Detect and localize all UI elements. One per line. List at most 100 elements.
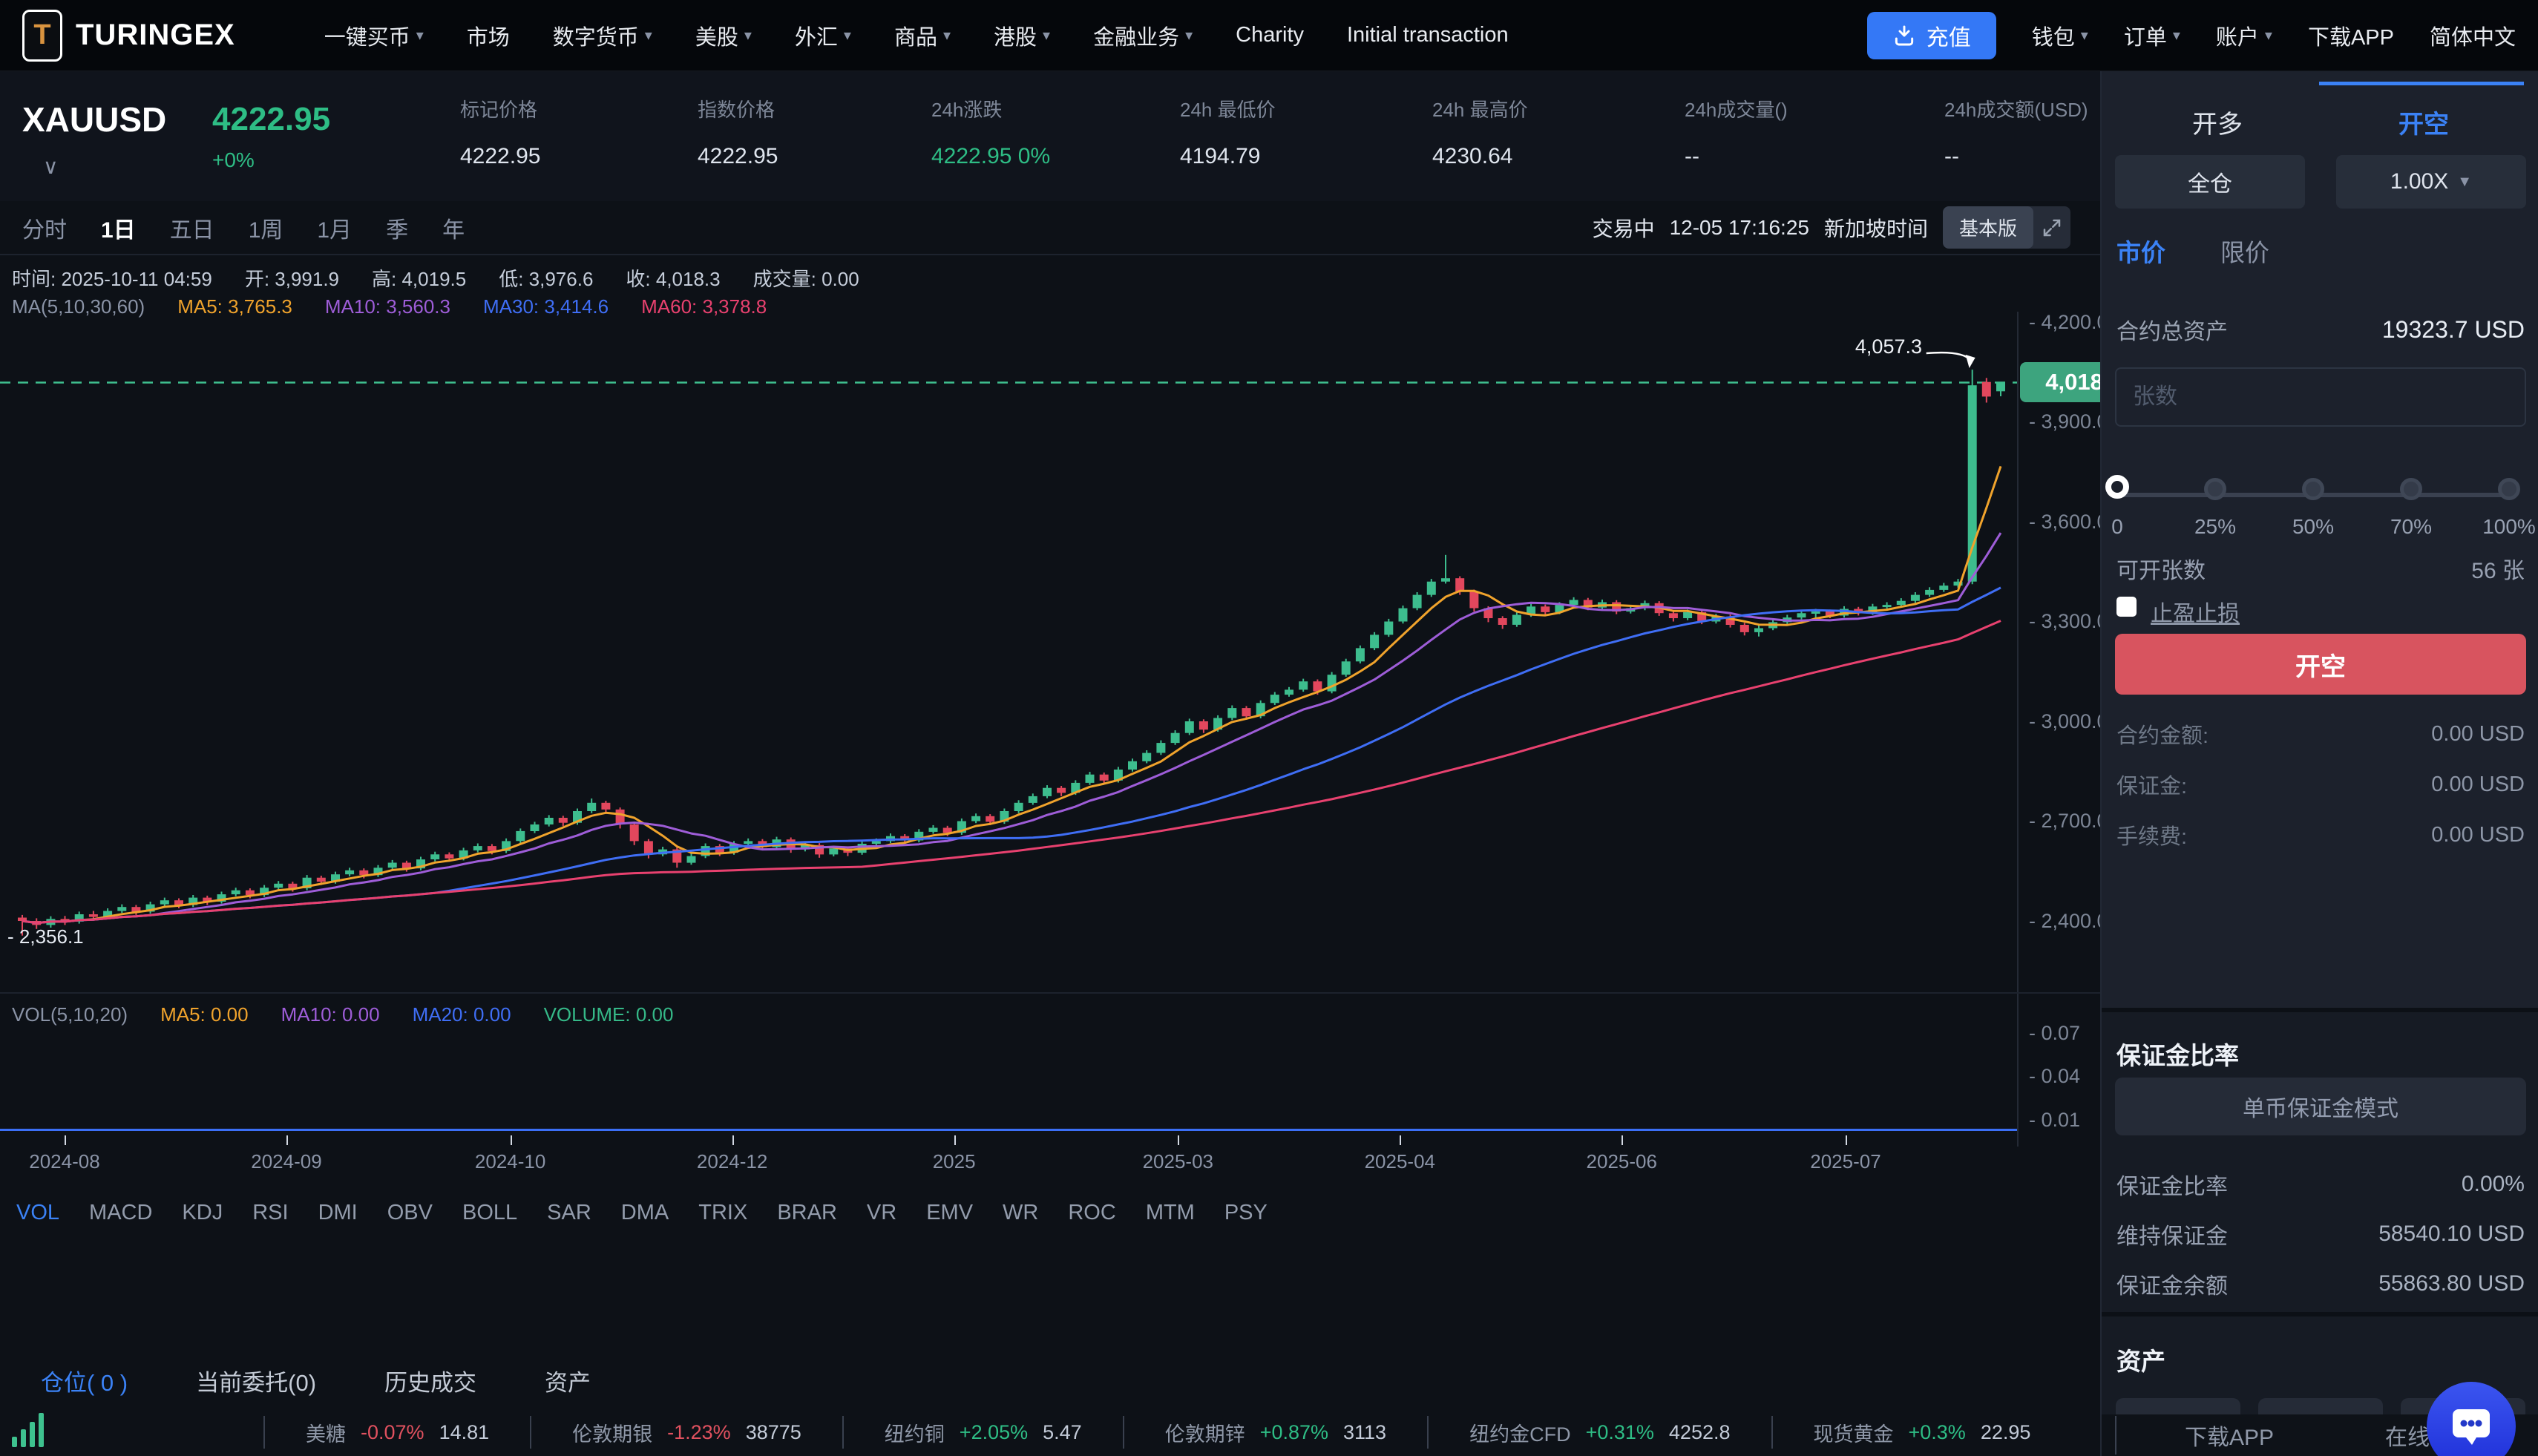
ticker-item-现货黄金[interactable]: 现货黄金+0.3%22.95 xyxy=(1814,1418,2031,1447)
nav-item-Initial transaction[interactable]: Initial transaction xyxy=(1347,23,1509,47)
tab-open-long[interactable]: 开多 xyxy=(2115,104,2320,140)
period-tab-1月[interactable]: 1月 xyxy=(317,211,352,244)
stat-value: 4230.64 xyxy=(1432,144,1512,169)
symbol-name[interactable]: XAUUSD xyxy=(22,99,166,140)
ohlc-item: 高: 4,019.5 xyxy=(372,264,466,292)
indicator-tab-macd[interactable]: MACD xyxy=(89,1201,152,1225)
price-change: +0% xyxy=(212,148,255,172)
y-axis-label: - 2,400.0 xyxy=(2029,910,2108,933)
indicator-tab-wr[interactable]: WR xyxy=(1003,1201,1038,1225)
y-axis-label: - 3,000.0 xyxy=(2029,710,2108,733)
period-tab-1日[interactable]: 1日 xyxy=(101,211,136,244)
indicator-tab-brar[interactable]: BRAR xyxy=(777,1201,837,1225)
slider-stop-0[interactable] xyxy=(2105,475,2129,499)
tp-sl-checkbox[interactable] xyxy=(2116,597,2137,617)
indicator-tab-dma[interactable]: DMA xyxy=(621,1201,669,1225)
indicator-tab-roc[interactable]: ROC xyxy=(1068,1201,1115,1225)
vol-item: VOLUME: 0.00 xyxy=(544,1003,674,1026)
nav-item-下载APP[interactable]: 下载APP xyxy=(2308,20,2394,51)
nav-item-label: 下载APP xyxy=(2308,20,2394,51)
nav-item-账户[interactable]: 账户▾ xyxy=(2216,20,2272,51)
margin-mode-button[interactable]: 全仓 xyxy=(2115,155,2305,209)
nav-item-外汇[interactable]: 外汇▾ xyxy=(795,20,851,51)
slider-stop-70%[interactable] xyxy=(2400,478,2422,500)
quantity-input[interactable] xyxy=(2115,367,2526,427)
symbol-chevron-down-icon[interactable]: ∨ xyxy=(43,154,59,179)
leverage-button[interactable]: 1.00X ▼ xyxy=(2336,155,2526,209)
nav-item-金融业务[interactable]: 金融业务▾ xyxy=(1093,20,1193,51)
period-tab-分时[interactable]: 分时 xyxy=(22,211,67,244)
tp-sl-label[interactable]: 止盈止损 xyxy=(2151,595,2240,628)
indicator-tab-obv[interactable]: OBV xyxy=(387,1201,433,1225)
chat-support-icon[interactable] xyxy=(2427,1382,2516,1456)
nav-item-商品[interactable]: 商品▾ xyxy=(894,20,951,51)
slider-stop-50%[interactable] xyxy=(2302,478,2324,500)
brand-name[interactable]: TURINGEX xyxy=(76,19,235,52)
period-tab-季[interactable]: 季 xyxy=(386,211,408,244)
nav-item-Charity[interactable]: Charity xyxy=(1236,23,1304,47)
slider-stop-25%[interactable] xyxy=(2204,478,2226,500)
indicator-tab-dmi[interactable]: DMI xyxy=(318,1201,358,1225)
nav-item-订单[interactable]: 订单▾ xyxy=(2124,20,2180,51)
ticker-separator xyxy=(1771,1416,1773,1449)
ticker-item-伦敦期锌[interactable]: 伦敦期锌+0.87%3113 xyxy=(1165,1418,1386,1447)
ticker-item-伦敦期银[interactable]: 伦敦期银-1.23%38775 xyxy=(572,1418,801,1447)
nav-item-市场[interactable]: 市场 xyxy=(467,20,510,51)
fullscreen-icon[interactable] xyxy=(2033,214,2070,242)
nav-item-港股[interactable]: 港股▾ xyxy=(994,20,1050,51)
indicator-tab-rsi[interactable]: RSI xyxy=(252,1201,288,1225)
stat-label: 24h成交量() xyxy=(1685,95,1788,122)
x-axis-tick xyxy=(65,1135,66,1145)
single-margin-mode-button[interactable]: 单币保证金模式 xyxy=(2115,1078,2526,1135)
order-type-limit[interactable]: 限价 xyxy=(2220,233,2269,269)
bottom-tab[interactable]: 资产 xyxy=(545,1364,591,1397)
ticker-name: 伦敦期锌 xyxy=(1165,1418,1245,1447)
slider-stop-100%[interactable] xyxy=(2498,478,2520,500)
candlestick-chart[interactable] xyxy=(0,312,2100,998)
period-tab-年[interactable]: 年 xyxy=(442,211,465,244)
chevron-down-icon: ▾ xyxy=(2265,26,2272,45)
indicator-tab-emv[interactable]: EMV xyxy=(926,1201,973,1225)
tab-open-short[interactable]: 开空 xyxy=(2321,104,2526,140)
nav-item-简体中文[interactable]: 简体中文 xyxy=(2430,20,2516,51)
margin-label: 保证金比率 xyxy=(2116,1168,2228,1201)
bottom-tab[interactable]: 仓位( 0 ) xyxy=(41,1364,128,1397)
mini-bars-icon[interactable] xyxy=(12,1409,44,1447)
ticker-change: -0.07% xyxy=(361,1421,424,1444)
period-tab-五日[interactable]: 五日 xyxy=(170,211,214,244)
order-type-market[interactable]: 市价 xyxy=(2116,233,2165,269)
nav-item-数字货币[interactable]: 数字货币▾ xyxy=(553,20,652,51)
indicator-tab-vr[interactable]: VR xyxy=(867,1201,896,1225)
y-axis-label: - 3,600.0 xyxy=(2029,511,2108,534)
x-axis-label: 2024-08 xyxy=(29,1150,99,1173)
footer-divider xyxy=(2115,1416,2116,1455)
fee-value: 0.00 USD xyxy=(2431,722,2525,747)
indicator-tab-psy[interactable]: PSY xyxy=(1224,1201,1268,1225)
recharge-button[interactable]: 充值 xyxy=(1867,12,1996,59)
nav-item-美股[interactable]: 美股▾ xyxy=(695,20,752,51)
ticker-item-美糖[interactable]: 美糖-0.07%14.81 xyxy=(306,1418,489,1447)
period-tab-1周[interactable]: 1周 xyxy=(249,211,283,244)
ticker-change: +0.3% xyxy=(1909,1421,1966,1444)
ticker-value: 3113 xyxy=(1343,1421,1386,1444)
basic-version-button[interactable]: 基本版 xyxy=(1943,206,2033,249)
bottom-tab[interactable]: 历史成交 xyxy=(384,1364,476,1397)
ticker-item-纽约金CFD[interactable]: 纽约金CFD+0.31%4252.8 xyxy=(1469,1418,1730,1447)
margin-row: 保证金余额55863.80 USD xyxy=(2116,1268,2525,1300)
chevron-down-icon: ▾ xyxy=(744,26,752,45)
open-short-button[interactable]: 开空 xyxy=(2115,634,2526,695)
nav-item-一键买币[interactable]: 一键买币▾ xyxy=(324,20,424,51)
footer-download-app[interactable]: 下载APP xyxy=(2185,1419,2274,1452)
stat-value: 4194.79 xyxy=(1180,144,1260,169)
indicator-tab-sar[interactable]: SAR xyxy=(547,1201,591,1225)
ticker-change: +2.05% xyxy=(960,1421,1028,1444)
brand-logo-icon[interactable]: T xyxy=(22,10,62,62)
indicator-tab-mtm[interactable]: MTM xyxy=(1146,1201,1195,1225)
indicator-tab-boll[interactable]: BOLL xyxy=(462,1201,517,1225)
indicator-tab-trix[interactable]: TRIX xyxy=(698,1201,747,1225)
indicator-tab-kdj[interactable]: KDJ xyxy=(182,1201,223,1225)
nav-item-钱包[interactable]: 钱包▾ xyxy=(2032,20,2088,51)
bottom-tab[interactable]: 当前委托(0) xyxy=(196,1364,316,1397)
indicator-tab-vol[interactable]: VOL xyxy=(16,1201,59,1225)
ticker-item-纽约铜[interactable]: 纽约铜+2.05%5.47 xyxy=(885,1418,1082,1447)
